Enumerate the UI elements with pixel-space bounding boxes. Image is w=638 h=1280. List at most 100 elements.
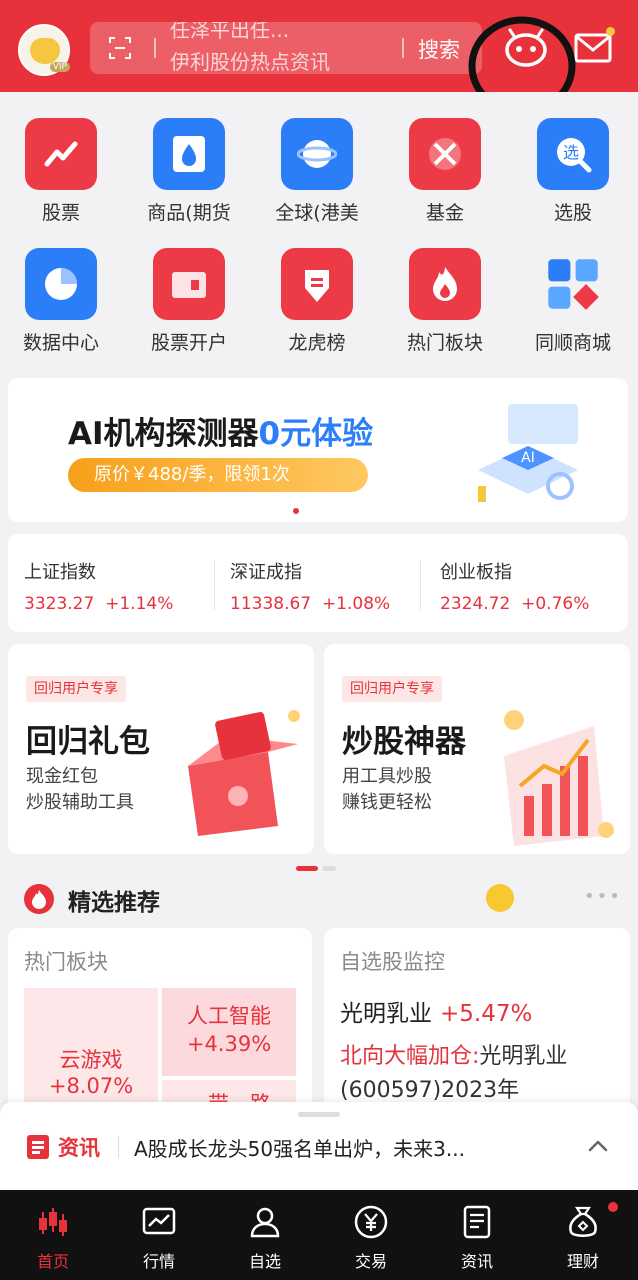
promo-subtitle: 用工具炒股	[342, 766, 432, 787]
wallet-icon	[153, 248, 225, 320]
promo-card-return-gift[interactable]: 回归用户专享 回归礼包 现金红包 炒股辅助工具	[8, 644, 314, 854]
sector-name: 云游戏	[59, 1048, 123, 1072]
chevron-up-icon[interactable]	[584, 1132, 612, 1160]
card-header: 热门板块	[24, 950, 108, 974]
grid-item-label: 股票	[41, 202, 80, 224]
vip-badge: VIP	[49, 62, 70, 72]
grid-item-label: 商品(期货	[147, 202, 231, 224]
banner-page-indicator	[293, 508, 299, 514]
top-header: VIP 任泽平出任... 伊利股份热点资讯 搜索	[0, 0, 638, 92]
mail-icon[interactable]	[574, 32, 612, 64]
banner-offer-pill: 原价￥488/季，限领1次	[68, 458, 368, 492]
search-divider	[402, 38, 404, 58]
watchlist-monitor-card[interactable]: 自选股监控 光明乳业 +5.47% 北向大幅加仓:光明乳业(600597)2023…	[324, 928, 630, 1128]
tab-label: 交易	[354, 1252, 387, 1271]
grid-item-stock-picker[interactable]: 选 选股	[518, 118, 628, 238]
grid-item-label: 股票开户	[150, 332, 227, 354]
flame-icon	[24, 884, 54, 914]
grid-item-mall[interactable]: 同顺商城	[518, 248, 628, 368]
svg-text:选: 选	[563, 143, 579, 162]
index-shenzhen[interactable]: 深证成指 11338.67 +1.08%	[214, 534, 420, 632]
divider	[420, 560, 421, 610]
stock-picker-icon: 选	[537, 118, 609, 190]
news-headline[interactable]: A股成长龙头50强名单出炉，未来3...	[134, 1133, 554, 1162]
search-button[interactable]: 搜索	[418, 34, 460, 64]
search-bar[interactable]: 任泽平出任... 伊利股份热点资讯 搜索	[90, 22, 482, 74]
pie-chart-icon	[25, 248, 97, 320]
commodity-drop-icon	[153, 118, 225, 190]
grid-item-dragon-tiger[interactable]: 龙虎榜	[262, 248, 372, 368]
promo-carousel-indicator	[296, 866, 338, 871]
promo-subtitle: 赚钱更轻松	[342, 792, 432, 813]
banner-title: AI机构探测器0元体验	[68, 408, 373, 453]
search-hint-prev: 任泽平出任...	[170, 22, 290, 42]
globe-planet-icon	[281, 118, 353, 190]
robot-assistant-icon[interactable]	[504, 28, 548, 68]
grid-item-stock[interactable]: 股票	[6, 118, 116, 238]
news-ticker[interactable]: 资讯 A股成长龙头50强名单出炉，未来3...	[0, 1102, 638, 1190]
grid-item-hot-sectors[interactable]: 热门板块	[390, 248, 500, 368]
tab-news[interactable]: 资讯	[424, 1190, 530, 1280]
watch-stock-change: +5.47%	[440, 1001, 533, 1027]
drag-handle[interactable]	[298, 1112, 340, 1117]
notification-dot	[608, 1202, 618, 1212]
promo-card-trading-tool[interactable]: 回归用户专享 炒股神器 用工具炒股 赚钱更轻松	[324, 644, 630, 854]
tab-label: 资讯	[460, 1252, 493, 1271]
grid-item-global[interactable]: 全球(港美	[262, 118, 372, 238]
index-name: 上证指数	[24, 562, 96, 583]
tab-market[interactable]: 行情	[106, 1190, 212, 1280]
grid-item-label: 基金	[425, 202, 464, 224]
sector-tile[interactable]: 人工智能 +4.39%	[162, 988, 296, 1076]
banner-title-accent: 0元体验	[258, 416, 374, 452]
stock-trend-icon	[25, 118, 97, 190]
grid-item-data-center[interactable]: 数据中心	[6, 248, 116, 368]
ai-promo-banner[interactable]: AI机构探测器0元体验 原价￥488/季，限领1次 AI	[8, 378, 628, 522]
index-value: 2324.72 +0.76%	[440, 594, 590, 614]
grid-item-label: 龙虎榜	[288, 332, 346, 354]
tab-watchlist[interactable]: 自选	[212, 1190, 318, 1280]
divider	[214, 560, 215, 610]
grid-item-label: 同顺商城	[534, 332, 611, 354]
hot-sectors-card[interactable]: 热门板块 云游戏 +8.07% 人工智能 +4.39% 一带一路	[8, 928, 312, 1128]
watch-stock: 光明乳业 +5.47%	[340, 994, 532, 1028]
divider	[118, 1136, 119, 1158]
grid-item-label: 数据中心	[22, 332, 99, 354]
news-document-icon	[27, 1135, 49, 1159]
gift-box-icon	[188, 710, 300, 836]
grid-item-commodity[interactable]: 商品(期货	[134, 118, 244, 238]
tab-trade[interactable]: 交易	[318, 1190, 424, 1280]
mascot-face-icon	[30, 38, 60, 64]
news-label: 资讯	[58, 1136, 100, 1160]
mascot-icon[interactable]	[486, 884, 514, 912]
grid-item-label: 全球(港美	[275, 202, 359, 224]
tab-label: 理财	[566, 1252, 599, 1271]
watch-news-highlight: 北向大幅加仓:	[340, 1044, 480, 1069]
grid-item-open-account[interactable]: 股票开户	[134, 248, 244, 368]
index-chinext[interactable]: 创业板指 2324.72 +0.76%	[420, 534, 626, 632]
money-bag-icon	[569, 1206, 597, 1237]
candlestick-icon	[39, 1208, 67, 1236]
ai-chip-label: AI	[521, 450, 535, 466]
flame-icon	[409, 248, 481, 320]
grid-item-fund[interactable]: 基金	[390, 118, 500, 238]
yuan-coin-icon	[354, 1205, 388, 1239]
promo-tag: 回归用户专享	[26, 676, 126, 702]
feature-grid: 股票 商品(期货 全球(港美 基金 选 选股 数据中心 股票开户 龙虎榜 热门板…	[0, 92, 638, 362]
section-title: 精选推荐	[68, 890, 160, 916]
tab-wealth[interactable]: 理财	[530, 1190, 636, 1280]
scan-icon[interactable]	[108, 36, 132, 60]
sector-change: +8.07%	[48, 1074, 134, 1098]
tab-home[interactable]: 首页	[0, 1190, 106, 1280]
more-options-icon[interactable]: •••	[584, 886, 622, 907]
rising-chart-icon	[504, 710, 614, 846]
recommended-header: 精选推荐 •••	[0, 872, 638, 924]
promo-title: 炒股神器	[342, 724, 466, 760]
user-avatar[interactable]: VIP	[18, 24, 70, 76]
index-value: 3323.27 +1.14%	[24, 594, 174, 614]
tab-label: 行情	[142, 1252, 175, 1271]
mall-blocks-icon	[537, 248, 609, 320]
promo-tag: 回归用户专享	[342, 676, 442, 702]
promo-subtitle: 现金红包	[26, 766, 98, 787]
index-shanghai[interactable]: 上证指数 3323.27 +1.14%	[8, 534, 214, 632]
card-header: 自选股监控	[340, 950, 445, 974]
